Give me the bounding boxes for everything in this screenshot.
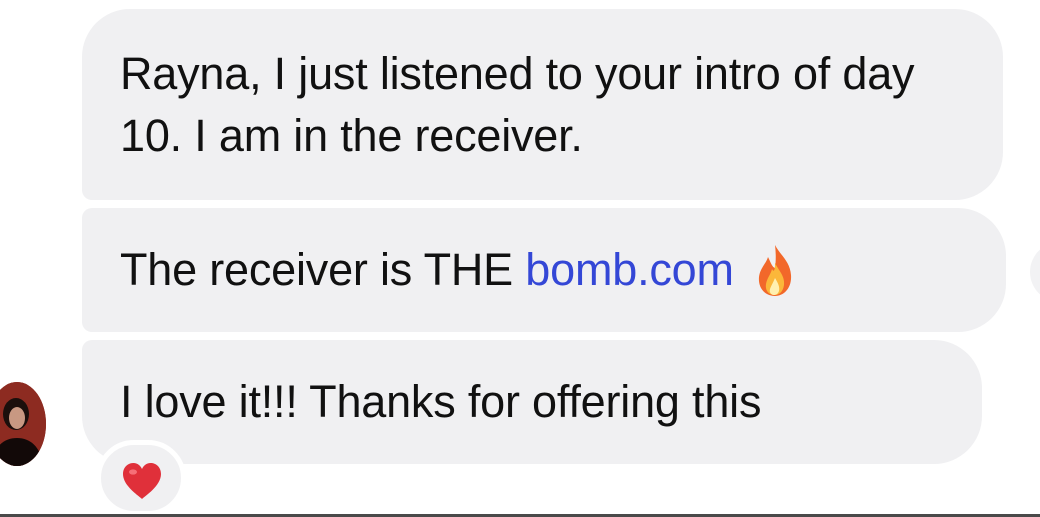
message-text: The receiver is THE	[120, 244, 526, 295]
message-link[interactable]: bomb.com	[525, 244, 734, 295]
heart-icon	[123, 463, 161, 499]
message-text: Rayna, I just listened to your intro of …	[120, 48, 915, 161]
message-bubble-2[interactable]: The receiver is THE bomb.com	[82, 208, 1006, 332]
message-bubble-3[interactable]: I love it!!! Thanks for offering this	[82, 340, 982, 464]
message-text: I love it!!! Thanks for offering this	[120, 376, 762, 427]
side-action-button[interactable]	[1030, 242, 1040, 302]
message-bubble-1[interactable]: Rayna, I just listened to your intro of …	[82, 9, 1003, 200]
fire-icon	[758, 245, 792, 296]
reaction-badge[interactable]	[96, 440, 186, 516]
avatar[interactable]	[0, 382, 46, 466]
